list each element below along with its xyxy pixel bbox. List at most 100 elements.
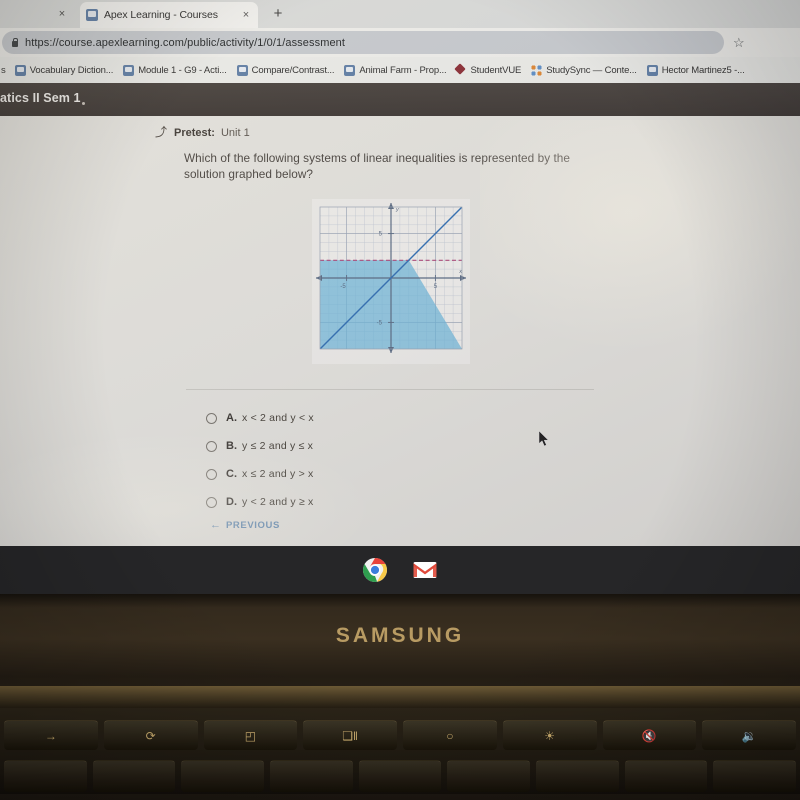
bookmark-label: Compare/Contrast... xyxy=(251,64,335,76)
bookmark-item-module1[interactable]: Module 1 - G9 - Acti... xyxy=(118,64,231,76)
doc-icon xyxy=(14,64,26,76)
doc-icon xyxy=(236,64,248,76)
key-overview[interactable]: ❑‖ xyxy=(303,720,397,750)
answer-choice-a[interactable]: A. x < 2 and y < x xyxy=(206,404,586,432)
choice-letter: D. xyxy=(226,496,237,508)
radio-button-c[interactable] xyxy=(206,468,217,480)
lock-icon xyxy=(10,37,19,48)
inequality-graph: -5 5 5 -5 x y xyxy=(312,199,470,364)
choice-text: x ≤ 2 and y > x xyxy=(242,468,314,480)
key-row2-item[interactable] xyxy=(181,760,265,792)
address-bar[interactable]: https://course.apexlearning.com/public/a… xyxy=(2,31,724,54)
number-key-row xyxy=(0,760,800,794)
laptop-screen: × Apex Learning - Courses × + https://co… xyxy=(0,0,800,556)
ytick-neg5: -5 xyxy=(377,320,383,326)
key-row2-item[interactable] xyxy=(624,760,708,792)
choice-text: x < 2 and y < x xyxy=(242,412,314,424)
url-text: https://course.apexlearning.com/public/a… xyxy=(25,36,346,49)
brand-logo: SAMSUNG xyxy=(335,624,465,647)
mouse-cursor xyxy=(539,431,549,447)
section-divider xyxy=(186,389,594,390)
answer-choice-c[interactable]: C. x ≤ 2 and y > x xyxy=(206,460,586,488)
answer-choices: A. x < 2 and y < x B. y ≤ 2 and y ≤ x C.… xyxy=(206,404,586,516)
doc-icon xyxy=(646,64,658,76)
chromeos-shelf xyxy=(0,546,800,594)
apex-assessment-page: ⤴ Pretest: Unit 1 Which of the following… xyxy=(0,116,800,556)
previous-button-label: PREVIOUS xyxy=(226,520,280,531)
choice-text: y ≤ 2 and y ≤ x xyxy=(242,440,314,452)
bookmark-label: StudentVUE xyxy=(470,64,522,76)
breadcrumb-unit-label: Unit 1 xyxy=(220,126,250,139)
key-brightness-down[interactable]: ○ xyxy=(403,720,497,750)
breadcrumb: ⤴ Pretest: Unit 1 xyxy=(155,126,250,139)
key-forward[interactable]: → xyxy=(4,720,98,750)
hinge-shadow xyxy=(0,594,800,608)
bookmark-label: StudySync — Conte... xyxy=(546,64,637,76)
key-fullscreen[interactable]: ◰ xyxy=(203,720,298,750)
graph-svg: -5 5 5 -5 x y xyxy=(316,203,466,353)
bookmark-item-hector-martinez[interactable]: Hector Martinez5 -... xyxy=(642,64,750,76)
deck-edge xyxy=(0,686,800,708)
bookmark-item-vocabulary[interactable]: Vocabulary Diction... xyxy=(10,64,118,76)
function-key-row: → ⟳ ◰ ❑‖ ○ ☀ 🔇 🔉 xyxy=(0,720,800,752)
key-row2-item[interactable] xyxy=(92,760,176,792)
bookmark-truncated-left[interactable]: s xyxy=(1,65,6,76)
key-row2-item[interactable] xyxy=(447,760,531,792)
bookmark-label: Animal Farm - Prop... xyxy=(359,64,447,76)
bookmark-label: Vocabulary Diction... xyxy=(29,64,114,76)
choice-letter: C. xyxy=(226,468,237,480)
dots-icon xyxy=(531,64,543,76)
key-row2-item[interactable] xyxy=(4,760,87,792)
key-row2-item[interactable] xyxy=(270,760,353,792)
header-dot xyxy=(82,102,85,105)
key-mute[interactable]: 🔇 xyxy=(602,720,697,750)
apex-favicon xyxy=(86,9,98,21)
previous-button[interactable]: ← PREVIOUS xyxy=(210,519,280,532)
up-arrow-icon[interactable]: ⤴ xyxy=(155,126,168,139)
arrow-left-icon: ← xyxy=(210,519,221,531)
keyboard: → ⟳ ◰ ❑‖ ○ ☀ 🔇 🔉 xyxy=(0,708,800,794)
answer-choice-d[interactable]: D. y < 2 and y ≥ x xyxy=(206,488,586,516)
apex-header-bar: atics II Sem 1 xyxy=(0,83,800,116)
choice-letter: A. xyxy=(226,412,237,424)
close-icon[interactable]: × xyxy=(240,9,252,21)
radio-button-b[interactable] xyxy=(206,440,217,452)
left-tab-close-icon[interactable]: × xyxy=(56,8,68,20)
choice-text: y < 2 and y ≥ x xyxy=(242,496,314,508)
bookmark-item-animal-farm[interactable]: Animal Farm - Prop... xyxy=(339,64,451,76)
browser-toolbar: https://course.apexlearning.com/public/a… xyxy=(0,28,800,77)
key-brightness-up[interactable]: ☀ xyxy=(502,720,597,750)
chrome-icon[interactable] xyxy=(362,557,388,583)
answer-choice-b[interactable]: B. y ≤ 2 and y ≤ x xyxy=(206,432,586,460)
bookmark-star-icon[interactable]: ☆ xyxy=(733,36,745,49)
xtick-neg5: -5 xyxy=(340,284,346,290)
new-tab-button[interactable]: + xyxy=(270,6,286,22)
doc-icon xyxy=(344,64,356,76)
choice-letter: B. xyxy=(226,440,237,452)
browser-tabstrip: × Apex Learning - Courses × + xyxy=(0,0,800,28)
key-reload[interactable]: ⟳ xyxy=(103,720,198,750)
gmail-icon[interactable] xyxy=(412,557,438,583)
bookmark-item-studentvue[interactable]: StudentVUE xyxy=(451,65,526,76)
bookmark-label: Module 1 - G9 - Acti... xyxy=(138,64,227,76)
x-axis-label: x xyxy=(458,269,462,275)
bookmark-item-compare-contrast[interactable]: Compare/Contrast... xyxy=(232,64,340,76)
tab-title: Apex Learning - Courses xyxy=(104,9,218,21)
key-row2-item[interactable] xyxy=(358,760,442,792)
course-title: atics II Sem 1 xyxy=(0,91,81,105)
bookmark-item-studysync[interactable]: StudySync — Conte... xyxy=(526,64,641,76)
key-row2-item[interactable] xyxy=(713,760,797,792)
doc-icon xyxy=(123,64,135,76)
diamond-icon xyxy=(456,65,466,75)
laptop-body: SAMSUNG → ⟳ ◰ ❑‖ ○ ☀ 🔇 🔉 xyxy=(0,594,800,800)
key-volume-down[interactable]: 🔉 xyxy=(702,720,796,750)
breadcrumb-pretest-label: Pretest: xyxy=(174,126,215,139)
laptop-photo: × Apex Learning - Courses × + https://co… xyxy=(0,0,800,800)
bookmarks-bar: s Vocabulary Diction... Module 1 - G9 - … xyxy=(0,57,800,83)
radio-button-d[interactable] xyxy=(206,496,217,508)
question-prompt: Which of the following systems of linear… xyxy=(184,151,571,181)
browser-tab-active[interactable]: Apex Learning - Courses × xyxy=(80,2,258,28)
bookmark-label: Hector Martinez5 -... xyxy=(661,64,745,76)
key-row2-item[interactable] xyxy=(536,760,619,792)
radio-button-a[interactable] xyxy=(206,412,217,424)
